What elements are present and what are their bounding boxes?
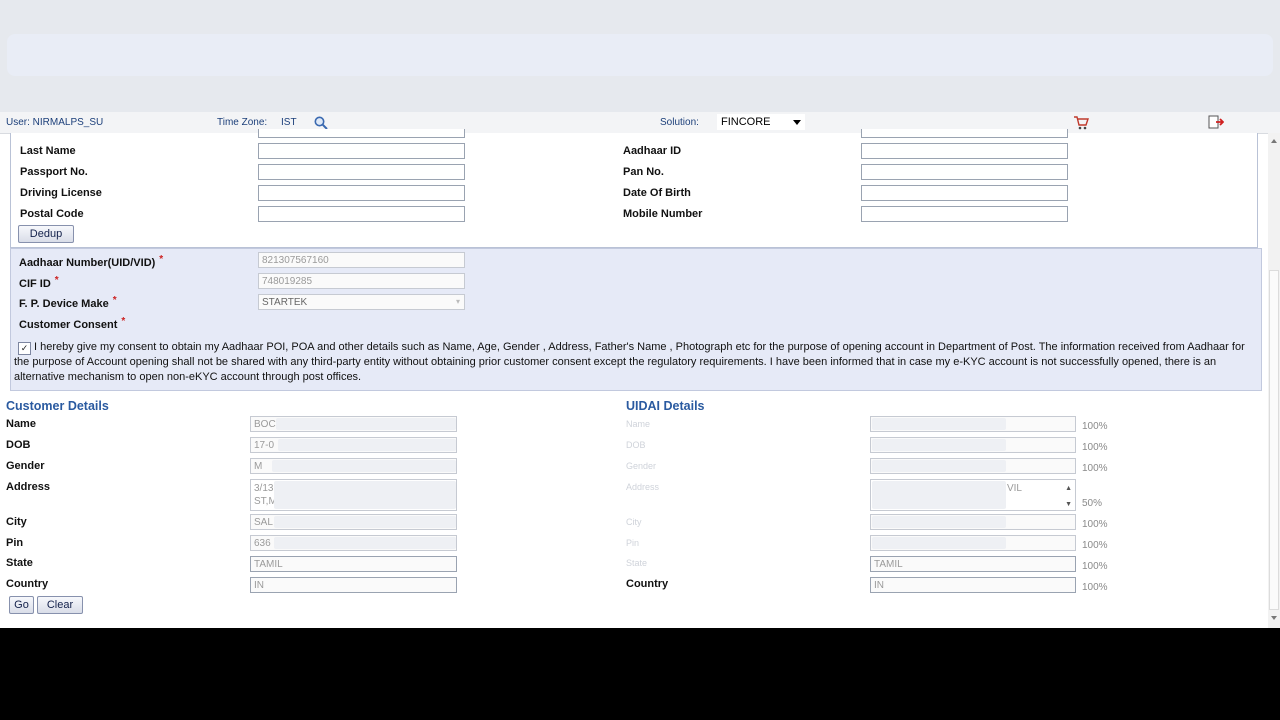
first-name-field-partial[interactable]	[258, 129, 465, 138]
pan-label: Pan No.	[623, 166, 664, 178]
uidai-gender-label: Gender	[626, 461, 657, 471]
uidai-name-label: Name	[626, 419, 651, 429]
redaction-mask	[872, 439, 1006, 451]
solution-label: Solution:	[660, 117, 699, 128]
chevron-down-icon	[793, 120, 801, 125]
scroll-down-icon[interactable]: ▼	[1065, 498, 1072, 510]
cust-country-input[interactable]: IN	[250, 577, 457, 593]
redaction-mask	[272, 460, 456, 472]
driving-license-label: Driving License	[20, 187, 102, 199]
clear-button[interactable]: Clear	[37, 596, 83, 614]
cust-gender-label: Gender	[6, 460, 45, 472]
vertical-scrollbar[interactable]	[1268, 133, 1280, 628]
uidai-country-label: Country	[626, 578, 669, 590]
match-name: 100%	[1082, 421, 1108, 432]
dedup-button[interactable]: Dedup	[18, 225, 74, 243]
redaction-mask	[872, 537, 1006, 549]
aadhaar-id-label: Aadhaar ID	[623, 145, 682, 157]
aadhaar-number-label: Aadhaar Number(UID/VID) *	[19, 254, 164, 269]
redaction-mask	[274, 481, 456, 509]
timezone-value: IST	[281, 117, 297, 128]
match-state: 100%	[1082, 561, 1108, 572]
device-make-label: F. P. Device Make *	[19, 295, 117, 310]
redaction-mask	[274, 516, 456, 528]
user-label: User: NIRMALPS_SU	[6, 117, 104, 128]
redaction-mask	[278, 439, 456, 451]
go-button[interactable]: Go	[9, 596, 34, 614]
uidai-state-input[interactable]: TAMIL	[870, 556, 1076, 572]
customer-consent-label: Customer Consent *	[19, 316, 126, 331]
match-gender: 100%	[1082, 463, 1108, 474]
cust-dob-label: DOB	[6, 439, 31, 451]
mobile-input[interactable]	[861, 206, 1068, 222]
device-make-select[interactable]: STARTEK ▾	[258, 294, 465, 310]
uidai-dob-label: DOB	[626, 440, 646, 450]
top-band	[0, 0, 1280, 112]
match-country: 100%	[1082, 582, 1108, 593]
aadhaar-number-input[interactable]: 821307567160	[258, 252, 465, 268]
match-dob: 100%	[1082, 442, 1108, 453]
timezone-label: Time Zone:	[217, 117, 268, 128]
app-window: User: NIRMALPS_SU Time Zone: IST Solutio…	[0, 0, 1280, 628]
customer-details-title: Customer Details	[6, 399, 109, 413]
uidai-state-label: State	[626, 558, 648, 568]
match-address: 50%	[1082, 498, 1103, 509]
logout-icon[interactable]	[1208, 115, 1224, 130]
cart-icon[interactable]	[1073, 115, 1089, 130]
redaction-mask	[274, 537, 456, 549]
solution-value: FINCORE	[721, 116, 771, 128]
info-bar: User: NIRMALPS_SU Time Zone: IST Solutio…	[0, 112, 1280, 134]
redaction-mask	[872, 460, 1006, 472]
uidai-city-label: City	[626, 517, 642, 527]
aadhaar-id-input[interactable]	[861, 143, 1068, 159]
redaction-mask	[872, 481, 1006, 509]
cust-address-label: Address	[6, 481, 51, 493]
redaction-mask	[276, 418, 456, 430]
mobile-label: Mobile Number	[623, 208, 703, 220]
last-name-label: Last Name	[20, 145, 76, 157]
cust-country-label: Country	[6, 578, 49, 590]
aadhaar-field-partial[interactable]	[861, 129, 1068, 138]
uidai-pin-label: Pin	[626, 538, 640, 548]
letterbox-bottom	[0, 628, 1280, 720]
consent-text: I hereby give my consent to obtain my Aa…	[14, 341, 1245, 383]
last-name-input[interactable]	[258, 143, 465, 159]
cust-pin-label: Pin	[6, 537, 24, 549]
redaction-mask	[872, 418, 1006, 430]
postal-code-input[interactable]	[258, 206, 465, 222]
solution-select[interactable]: FINCORE	[717, 114, 805, 130]
device-make-value: STARTEK	[262, 297, 308, 308]
chevron-down-icon: ▾	[455, 297, 460, 306]
passport-label: Passport No.	[20, 166, 88, 178]
consent-checkbox[interactable]: ✓	[18, 342, 31, 355]
cif-id-input[interactable]: 748019285	[258, 273, 465, 289]
dob-search-label: Date Of Birth	[623, 187, 691, 199]
scroll-down-arrow-icon[interactable]	[1271, 616, 1277, 620]
uidai-address-label: Address	[626, 482, 660, 492]
consent-block: ✓ I hereby give my consent to obtain my A…	[14, 340, 1246, 384]
cust-state-label: State	[6, 557, 33, 569]
passport-input[interactable]	[258, 164, 465, 180]
postal-code-label: Postal Code	[20, 208, 84, 220]
uidai-country-input[interactable]: IN	[870, 577, 1076, 593]
match-pin: 100%	[1082, 540, 1108, 551]
cust-name-label: Name	[6, 418, 36, 430]
driving-license-input[interactable]	[258, 185, 465, 201]
cust-state-input[interactable]: TAMIL	[250, 556, 457, 572]
cif-id-label: CIF ID *	[19, 275, 59, 290]
match-city: 100%	[1082, 519, 1108, 530]
cust-city-label: City	[6, 516, 27, 528]
scroll-up-icon[interactable]: ▲	[1065, 482, 1072, 495]
uidai-details-title: UIDAI Details	[626, 399, 705, 413]
redaction-mask	[872, 516, 1006, 528]
header-banner	[7, 34, 1273, 76]
dob-search-input[interactable]	[861, 185, 1068, 201]
scroll-up-arrow-icon[interactable]	[1271, 139, 1277, 143]
pan-input[interactable]	[861, 164, 1068, 180]
scrollbar-thumb[interactable]	[1269, 270, 1279, 610]
